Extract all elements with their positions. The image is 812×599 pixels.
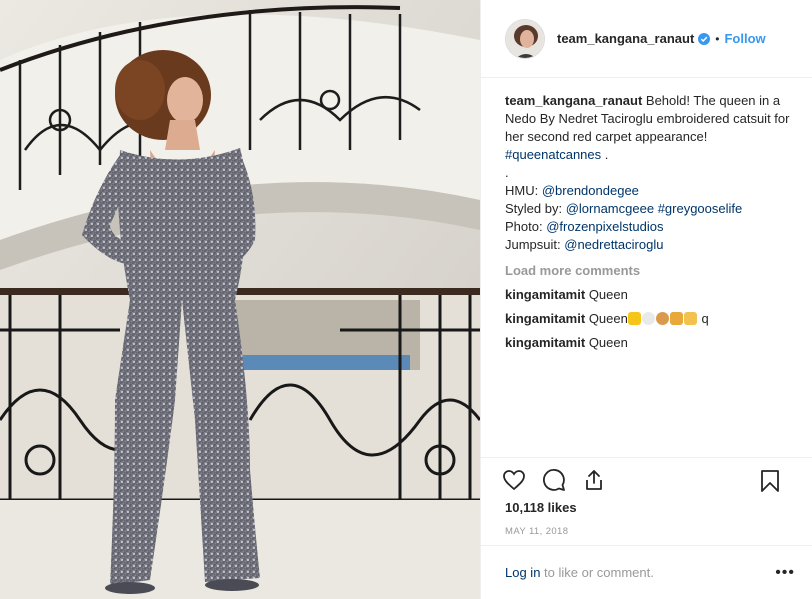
comment-text: Queen	[588, 335, 628, 350]
more-options-icon[interactable]: •••	[775, 564, 795, 582]
comment-item: kingamitamit Queen	[505, 334, 795, 352]
credit-line: Styled by: @lornamcgeee #greygooselife	[505, 200, 795, 218]
header-separator: •	[715, 31, 720, 46]
caption-hashtag[interactable]: #queenatcannes	[505, 147, 601, 162]
comment-username[interactable]: kingamitamit	[505, 287, 585, 302]
instagram-post: team_kangana_ranaut • Follow team_kangan…	[0, 0, 812, 599]
like-count[interactable]: 10,118 likes	[505, 500, 577, 515]
comment-footer: Log in to like or comment. •••	[481, 545, 812, 599]
comment-bubble-icon	[543, 468, 565, 491]
post-sidebar: team_kangana_ranaut • Follow team_kangan…	[480, 0, 812, 599]
credit-mention[interactable]: @brendondegee	[542, 183, 639, 198]
avatar-image	[506, 19, 544, 58]
comment-username[interactable]: kingamitamit	[505, 335, 585, 350]
share-icon	[586, 469, 602, 490]
caption-dot-line: .	[505, 165, 509, 180]
save-button[interactable]	[757, 468, 783, 494]
ring-emoji-icon	[641, 312, 655, 325]
comment-username[interactable]: kingamitamit	[505, 311, 585, 326]
login-prompt-text: to like or comment.	[540, 565, 654, 580]
credit-label: Photo:	[505, 219, 547, 234]
nail-polish-emoji-icon	[669, 312, 683, 325]
follow-button[interactable]: Follow	[724, 31, 765, 46]
credit-mention[interactable]: @frozenpixelstudios	[546, 219, 663, 234]
caption-username[interactable]: team_kangana_ranaut	[505, 93, 642, 108]
like-button[interactable]	[501, 467, 527, 493]
comment-suffix: q	[697, 311, 709, 326]
photo-image	[0, 0, 480, 599]
verified-badge-icon	[698, 32, 711, 45]
credit-line: Photo: @frozenpixelstudios	[505, 218, 795, 236]
credit-line: HMU: @brendondegee	[505, 182, 795, 200]
heart-icon	[503, 469, 525, 490]
credit-hashtag[interactable]: #greygooselife	[658, 201, 743, 216]
credit-mention[interactable]: @nedrettaciroglu	[564, 237, 663, 252]
post-date: MAY 11, 2018	[505, 526, 569, 537]
load-more-comments-button[interactable]: Load more comments	[505, 262, 795, 280]
credit-label: HMU:	[505, 183, 542, 198]
post-photo[interactable]	[0, 0, 480, 599]
fist-emoji-icon	[683, 312, 697, 325]
comment-button[interactable]	[541, 467, 567, 493]
crown-emoji-icon	[627, 312, 641, 325]
avatar[interactable]	[505, 18, 545, 59]
action-bar	[481, 457, 812, 501]
credit-line: Jumpsuit: @nedrettaciroglu	[505, 236, 795, 254]
comment-text: Queen	[588, 287, 628, 302]
login-link[interactable]: Log in	[505, 565, 540, 580]
caption-hashtag-suffix: .	[601, 147, 609, 162]
post-header: team_kangana_ranaut • Follow	[481, 0, 812, 78]
bookmark-icon	[761, 470, 779, 492]
caption: team_kangana_ranaut Behold! The queen in…	[505, 92, 795, 254]
comment-item: kingamitamit Queen q	[505, 310, 795, 328]
credit-label: Jumpsuit:	[505, 237, 565, 252]
header-username[interactable]: team_kangana_ranaut	[557, 31, 694, 46]
comment-item: kingamitamit Queen	[505, 286, 795, 304]
comments-list[interactable]: team_kangana_ranaut Behold! The queen in…	[481, 78, 812, 456]
share-button[interactable]	[581, 467, 607, 493]
princess-emoji-icon	[655, 312, 669, 325]
credit-label: Styled by:	[505, 201, 566, 216]
credit-mention[interactable]: @lornamcgeee	[566, 201, 654, 216]
comment-text: Queen	[588, 311, 628, 326]
